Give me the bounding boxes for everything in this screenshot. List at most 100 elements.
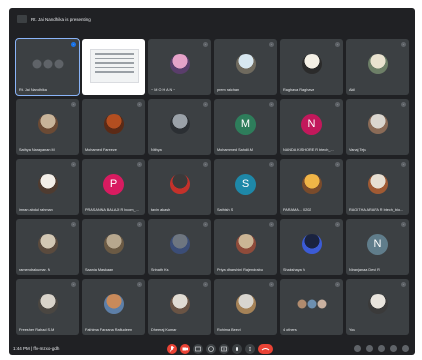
participant-tile[interactable]: · ~ M O H A N ~ <box>148 39 211 95</box>
participant-tile[interactable]: · Fathima Farzana Rafiudeen <box>82 279 145 335</box>
avatar-letter: S <box>235 173 256 195</box>
shared-document-preview <box>90 49 139 83</box>
mic-muted-icon: · <box>269 282 274 287</box>
self-tile-controls[interactable] <box>32 59 63 69</box>
avatar <box>103 234 124 255</box>
participant-name: You <box>349 328 356 332</box>
info-icon[interactable] <box>354 345 361 352</box>
participant-tile[interactable]: · imran abdul rahman <box>16 159 79 215</box>
camera-off-button[interactable] <box>180 344 190 354</box>
mic-muted-icon: · <box>203 222 208 227</box>
participant-name: ~ M O H A N ~ <box>151 88 176 92</box>
participant-name: Sathya Narayanan M <box>19 148 55 152</box>
participant-tile[interactable]: · Shakshaya V <box>280 219 343 275</box>
participant-tile[interactable]: · Priya dharshini Rajendrabu <box>214 219 277 275</box>
captions-button[interactable] <box>193 344 203 354</box>
chat-icon[interactable] <box>378 345 385 352</box>
participant-tile[interactable]: · PARAMA... 0202 <box>280 159 343 215</box>
avatar-letter: P <box>103 173 124 195</box>
participant-name: Fathima Farzana Rafiudeen <box>85 328 133 332</box>
mic-muted-icon: · <box>269 222 274 227</box>
avatar <box>367 114 388 135</box>
mic-muted-icon: · <box>137 282 142 287</box>
mic-muted-icon: · <box>335 102 340 107</box>
people-icon[interactable] <box>366 345 373 352</box>
participant-tile[interactable]: · ramendrakumar. N <box>16 219 79 275</box>
call-controls <box>167 344 273 354</box>
mic-muted-icon: · <box>401 162 406 167</box>
emoji-button[interactable] <box>206 344 216 354</box>
pin-icon[interactable] <box>32 59 41 69</box>
leave-call-button[interactable] <box>258 344 273 354</box>
participant-tile[interactable]: M · Mohammed Sahdil.M <box>214 99 277 155</box>
avatar <box>37 294 58 315</box>
mic-off-button[interactable] <box>167 344 177 354</box>
mic-muted-icon: · <box>335 162 340 167</box>
mic-icon[interactable] <box>43 59 52 69</box>
participant-tile[interactable]: · Akil <box>346 39 409 95</box>
meeting-time-code: 1:44 PM | ffv-mzxo-gdh <box>13 346 60 351</box>
avatar <box>235 54 256 75</box>
participant-tile[interactable]: N · Niranjanaa Devi R <box>346 219 409 275</box>
participant-tile[interactable]: P · PRASANNA BALAJI R bcom_... <box>82 159 145 215</box>
more-options-button[interactable] <box>245 344 255 354</box>
avatar <box>169 54 190 75</box>
mic-muted-icon: · <box>137 222 142 227</box>
participant-name: Priya dharshini Rajendrabu <box>217 268 263 272</box>
present-button[interactable] <box>219 344 229 354</box>
avatar <box>301 234 322 255</box>
participant-tile[interactable]: · Sathya Narayanan M <box>16 99 79 155</box>
participant-tile[interactable]: · RAGITHA ARAFA R btech_bio... <box>346 159 409 215</box>
avatar <box>301 54 322 75</box>
participant-tile[interactable]: · Dheeraj Kumar <box>148 279 211 335</box>
shared-screen-tile[interactable] <box>82 39 145 95</box>
participant-tile[interactable]: · tavin akash <box>148 159 211 215</box>
mic-muted-icon: · <box>335 282 340 287</box>
participant-tile[interactable]: · Saania Maskaan <box>82 219 145 275</box>
participant-tile[interactable]: N · NANDA KISHORE R btech_... <box>280 99 343 155</box>
participant-tile[interactable]: · Freesher Rahad S.M <box>16 279 79 335</box>
presenting-bar: Rt. Jai Nandhika is presenting <box>9 8 415 30</box>
participant-name: 4 others <box>283 328 297 332</box>
participant-tile[interactable]: · Nithya <box>148 99 211 155</box>
mic-muted-icon: · <box>137 102 142 107</box>
meet-window: Rt. Jai Nandhika is presenting · Rt. Jai … <box>9 8 415 355</box>
participant-tile[interactable]: · Raghava Raghava <box>280 39 343 95</box>
mic-muted-icon: · <box>203 162 208 167</box>
screen-share-icon <box>17 15 27 23</box>
participant-tile[interactable]: S · Sathish S <box>214 159 277 215</box>
activities-icon[interactable] <box>390 345 397 352</box>
mic-muted-icon: · <box>269 42 274 47</box>
mic-muted-icon: · <box>71 282 76 287</box>
mic-muted-icon: · <box>269 102 274 107</box>
side-controls <box>354 345 409 352</box>
avatar <box>37 174 58 195</box>
participant-name: Rohima Beevi <box>217 328 241 332</box>
participant-tile[interactable]: · prem raichan <box>214 39 277 95</box>
mic-muted-icon: · <box>137 162 142 167</box>
participant-name: Saania Maskaan <box>85 268 114 272</box>
participant-name: Akil <box>349 88 356 92</box>
mic-muted-icon: · <box>401 282 406 287</box>
participant-tile[interactable]: · 4 others <box>280 279 343 335</box>
mic-muted-icon: · <box>71 162 76 167</box>
participant-tile[interactable]: · Rohima Beevi <box>214 279 277 335</box>
mic-muted-icon: · <box>203 102 208 107</box>
participant-tile[interactable]: · You <box>346 279 409 335</box>
participant-name: Mohammed Sahdil.M <box>217 148 253 152</box>
host-controls-icon[interactable] <box>402 345 409 352</box>
participant-tile[interactable]: · Srinath Ks <box>148 219 211 275</box>
participant-tile[interactable]: · Vanaj Teju <box>346 99 409 155</box>
more-icon[interactable] <box>54 59 63 69</box>
participant-name: prem raichan <box>217 88 240 92</box>
mic-muted-icon: · <box>203 42 208 47</box>
participant-tile[interactable]: · Mohamed Fareeze <box>82 99 145 155</box>
participant-name: Sathish S <box>217 208 234 212</box>
mic-muted-icon: · <box>401 42 406 47</box>
grouped-avatars <box>297 299 326 309</box>
participant-name: Dheeraj Kumar <box>151 328 177 332</box>
raise-hand-button[interactable] <box>232 344 242 354</box>
avatar <box>235 234 256 255</box>
self-video-tile[interactable]: · Rt. Jai Nandhika <box>15 38 80 96</box>
avatar-letter: N <box>301 113 322 135</box>
